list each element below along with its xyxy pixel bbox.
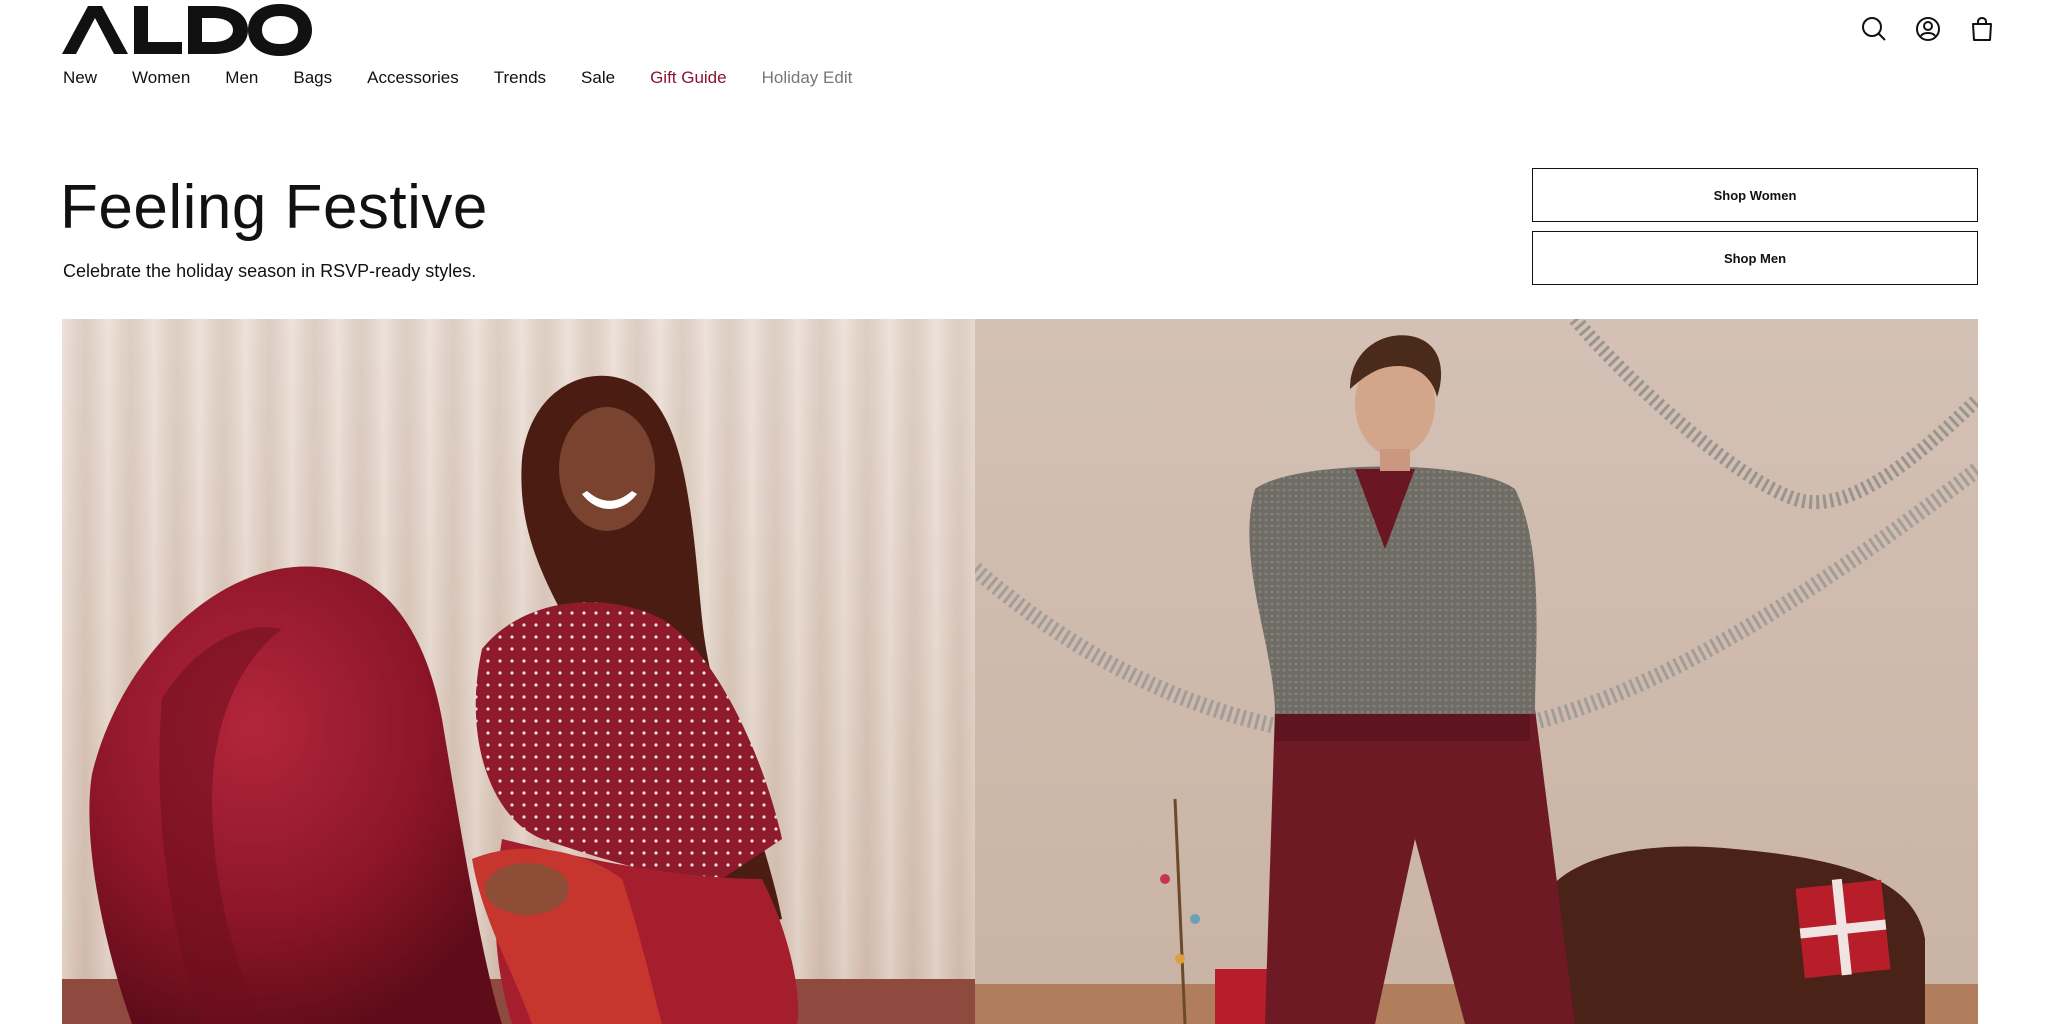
nav-item-accessories[interactable]: Accessories bbox=[367, 68, 459, 88]
nav-item-women[interactable]: Women bbox=[132, 68, 190, 88]
nav-item-holiday-edit[interactable]: Holiday Edit bbox=[762, 68, 853, 88]
men-hero-image[interactable] bbox=[975, 319, 1978, 1024]
nav-item-trends[interactable]: Trends bbox=[494, 68, 546, 88]
hero-subtitle: Celebrate the holiday season in RSVP-rea… bbox=[63, 261, 477, 281]
account-icon[interactable] bbox=[1914, 12, 1942, 46]
nav-item-sale[interactable]: Sale bbox=[581, 68, 615, 88]
nav-item-gift-guide[interactable]: Gift Guide bbox=[650, 68, 727, 88]
shop-women-button[interactable]: Shop Women bbox=[1532, 168, 1978, 222]
aldo-logo[interactable] bbox=[62, 4, 312, 56]
page-title: Feeling Festive bbox=[60, 173, 488, 242]
search-icon[interactable] bbox=[1860, 12, 1888, 46]
nav-item-men[interactable]: Men bbox=[225, 68, 258, 88]
nav-item-bags[interactable]: Bags bbox=[293, 68, 332, 88]
shopping-bag-icon[interactable] bbox=[1968, 12, 1996, 46]
main-nav: New Women Men Bags Accessories Trends Sa… bbox=[63, 68, 887, 88]
site-header: New Women Men Bags Accessories Trends Sa… bbox=[0, 0, 2048, 100]
header-icons bbox=[1860, 12, 1996, 46]
women-hero-image[interactable] bbox=[62, 319, 975, 1024]
nav-item-new[interactable]: New bbox=[63, 68, 97, 88]
shop-men-button[interactable]: Shop Men bbox=[1532, 231, 1978, 285]
